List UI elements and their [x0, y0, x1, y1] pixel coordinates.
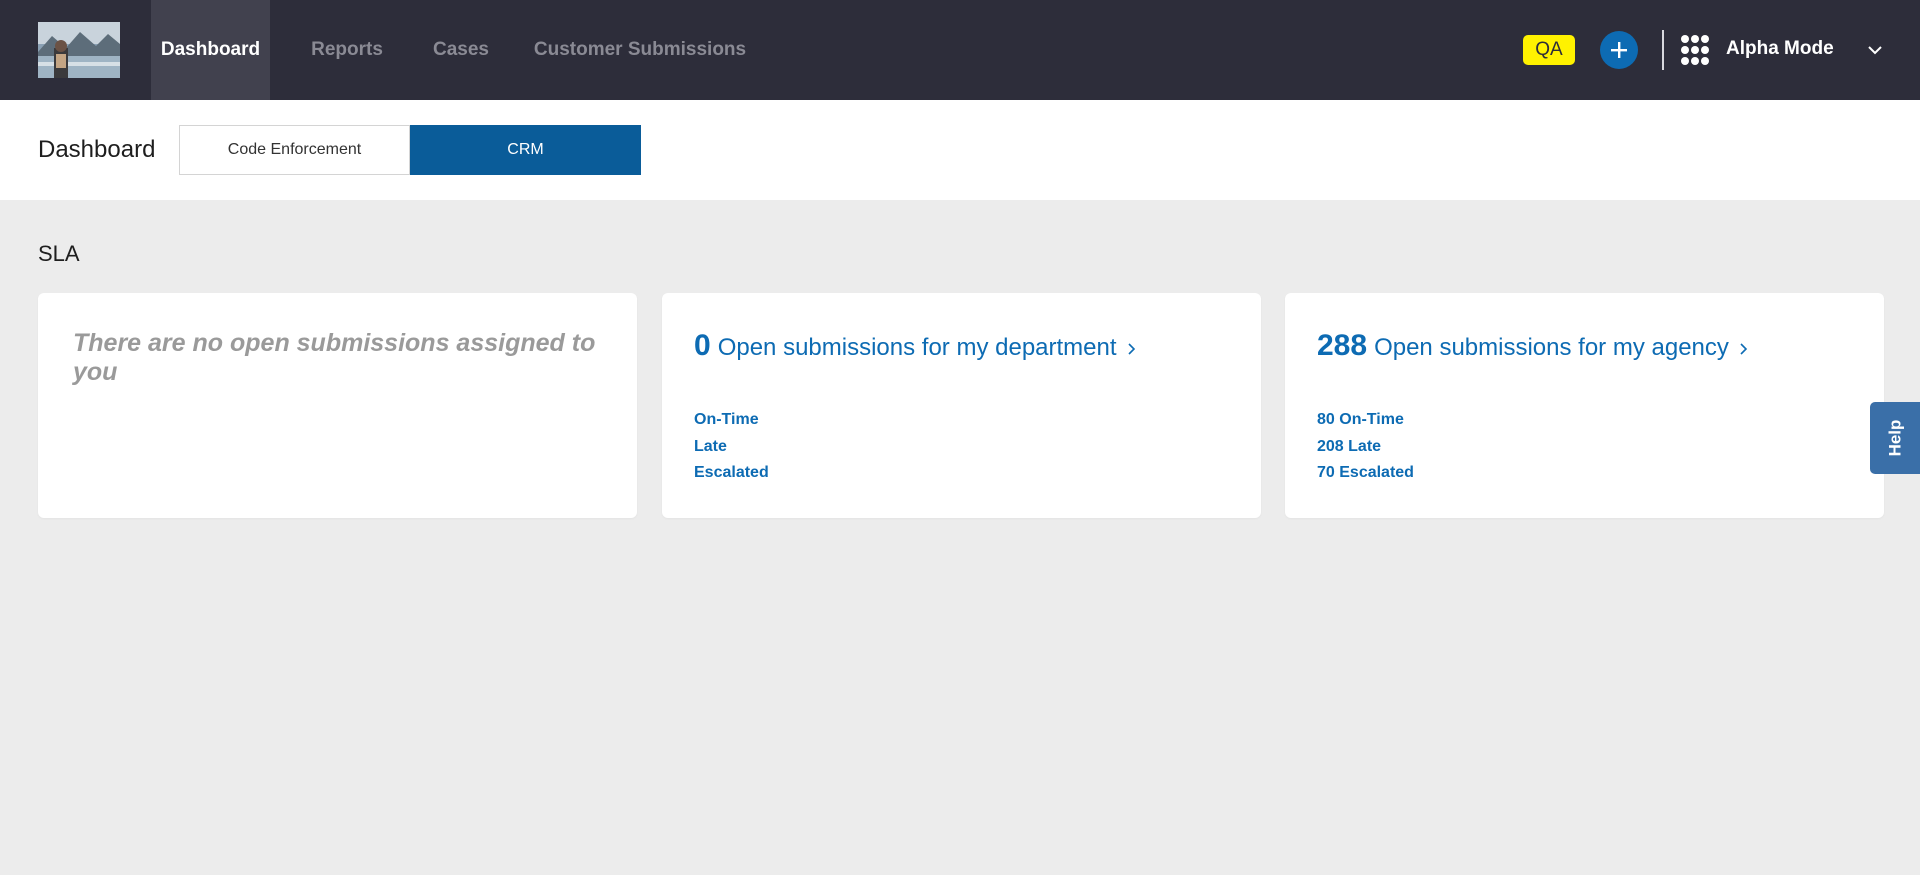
department-submissions-card: 0 Open submissions for my department On-…: [662, 293, 1261, 518]
department-escalated-stat[interactable]: Escalated: [694, 464, 769, 482]
my-submissions-card: There are no open submissions assigned t…: [38, 293, 637, 518]
account-name[interactable]: Alpha Mode: [1726, 38, 1834, 60]
chevron-right-icon: [1740, 343, 1748, 355]
help-tab[interactable]: Help: [1870, 402, 1920, 474]
page-subheader: Dashboard Code Enforcement CRM: [0, 100, 1920, 200]
toggle-code-enforcement[interactable]: Code Enforcement: [179, 125, 410, 175]
chevron-down-icon[interactable]: [1866, 42, 1884, 58]
chevron-right-icon: [1127, 343, 1135, 355]
empty-state-message: There are no open submissions assigned t…: [73, 329, 596, 386]
page-title: Dashboard: [38, 136, 156, 163]
environment-badge: QA: [1523, 35, 1575, 65]
agency-open-count: 288: [1317, 329, 1368, 362]
agency-logo[interactable]: [38, 22, 120, 78]
nav-tab-reports[interactable]: Reports: [294, 0, 400, 100]
department-open-count: 0: [694, 329, 711, 362]
agency-card-label: Open submissions for my agency: [1374, 334, 1729, 361]
add-button[interactable]: [1600, 31, 1638, 69]
grid-icon[interactable]: [1680, 34, 1710, 66]
nav-tab-cases[interactable]: Cases: [424, 0, 498, 100]
plus-icon: [1611, 42, 1627, 58]
nav-tab-customer-submissions[interactable]: Customer Submissions: [522, 0, 758, 100]
department-late-stat[interactable]: Late: [694, 438, 727, 456]
department-submissions-link[interactable]: 0 Open submissions for my department: [694, 329, 1137, 363]
help-label: Help: [1885, 419, 1904, 457]
agency-escalated-stat[interactable]: 70 Escalated: [1317, 464, 1414, 482]
department-card-label: Open submissions for my department: [717, 334, 1117, 361]
top-navigation-bar: Dashboard Reports Cases Customer Submiss…: [0, 0, 1920, 100]
toggle-crm[interactable]: CRM: [410, 125, 641, 175]
agency-late-stat[interactable]: 208 Late: [1317, 438, 1381, 456]
agency-on-time-stat[interactable]: 80 On-Time: [1317, 411, 1404, 429]
topbar-divider: [1662, 30, 1664, 70]
agency-submissions-link[interactable]: 288 Open submissions for my agency: [1317, 329, 1749, 363]
agency-submissions-card: 288 Open submissions for my agency 80 On…: [1285, 293, 1884, 518]
sla-section-title: SLA: [38, 241, 80, 266]
department-on-time-stat[interactable]: On-Time: [694, 411, 759, 429]
nav-tab-dashboard[interactable]: Dashboard: [151, 0, 270, 100]
